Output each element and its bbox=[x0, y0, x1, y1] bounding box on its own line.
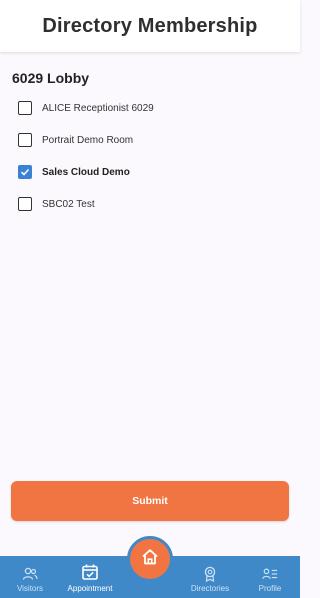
visitors-icon bbox=[22, 566, 38, 582]
directory-label: ALICE Receptionist 6029 bbox=[42, 102, 154, 114]
checkbox[interactable] bbox=[18, 133, 32, 147]
home-button[interactable] bbox=[127, 536, 173, 582]
directory-label: Sales Cloud Demo bbox=[42, 166, 130, 178]
tab-directories[interactable]: Directories bbox=[186, 556, 234, 598]
tab-visitors[interactable]: Visitors bbox=[10, 556, 50, 598]
checkbox[interactable] bbox=[18, 165, 32, 179]
tab-appointment[interactable]: Appointment bbox=[62, 556, 118, 598]
check-icon bbox=[20, 168, 30, 176]
home-icon bbox=[140, 547, 160, 572]
tab-label: Visitors bbox=[16, 584, 44, 593]
submit-button[interactable]: Submit bbox=[11, 481, 289, 521]
directory-item-sbc02-test[interactable]: SBC02 Test bbox=[18, 188, 288, 220]
tab-profile[interactable]: Profile bbox=[252, 556, 288, 598]
top-bar: Directory Membership bbox=[0, 0, 300, 52]
directories-icon bbox=[202, 566, 218, 582]
group-title: 6029 Lobby bbox=[12, 70, 90, 86]
checkbox[interactable] bbox=[18, 197, 32, 211]
checkbox[interactable] bbox=[18, 101, 32, 115]
tab-label: Profile bbox=[258, 584, 282, 593]
page-title: Directory Membership bbox=[42, 14, 258, 37]
directory-label: Portrait Demo Room bbox=[42, 134, 134, 146]
directory-item-alice-receptionist[interactable]: ALICE Receptionist 6029 bbox=[18, 92, 288, 124]
tab-label: Directories bbox=[190, 584, 230, 593]
tab-label: Appointment bbox=[67, 584, 113, 593]
directory-item-portrait-demo-room[interactable]: Portrait Demo Room bbox=[18, 124, 288, 156]
calendar-icon bbox=[80, 562, 100, 582]
directory-item-sales-cloud-demo[interactable]: Sales Cloud Demo bbox=[18, 156, 288, 188]
directory-list: ALICE Receptionist 6029 Portrait Demo Ro… bbox=[18, 92, 288, 220]
profile-icon bbox=[262, 566, 278, 582]
directory-label: SBC02 Test bbox=[42, 198, 95, 210]
